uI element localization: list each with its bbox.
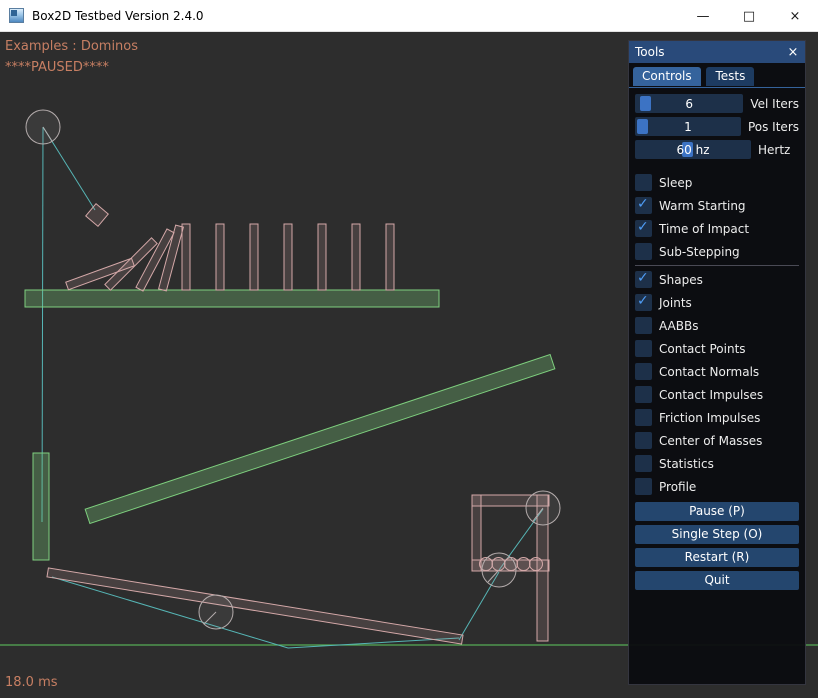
restart-button[interactable]: Restart (R) xyxy=(635,548,799,567)
app-icon xyxy=(9,8,24,23)
pause-button[interactable]: Pause (P) xyxy=(635,502,799,521)
separator xyxy=(635,265,799,266)
domino xyxy=(250,224,258,290)
minimize-button[interactable]: — xyxy=(680,0,726,32)
hertz-label: Hertz xyxy=(758,143,790,157)
tab-tests[interactable]: Tests xyxy=(706,67,754,86)
checkbox-aabbs[interactable] xyxy=(635,317,652,334)
checkbox-contact-normals[interactable] xyxy=(635,363,652,380)
vertical-post xyxy=(33,453,49,560)
tab-controls[interactable]: Controls xyxy=(633,67,701,86)
app-window: Box2D Testbed Version 2.4.0 — □ × xyxy=(0,0,818,698)
domino-platform xyxy=(25,290,439,307)
titlebar: Box2D Testbed Version 2.4.0 — □ × xyxy=(0,0,818,32)
frame-time-label: 18.0 ms xyxy=(5,675,58,690)
domino xyxy=(318,224,326,290)
hertz-slider[interactable]: 60 hz xyxy=(635,140,751,159)
checkbox-contact-impulses[interactable] xyxy=(635,386,652,403)
checkbox-friction-impulses[interactable] xyxy=(635,409,652,426)
single-step-button[interactable]: Single Step (O) xyxy=(635,525,799,544)
checkbox-shapes[interactable] xyxy=(635,271,652,288)
dynamic-bodies xyxy=(47,204,549,644)
tools-close-icon[interactable]: × xyxy=(784,43,802,61)
checkbox-contact-points[interactable] xyxy=(635,340,652,357)
checkbox-warm-starting[interactable] xyxy=(635,197,652,214)
tools-window: Tools × Controls Tests 6 Vel Iters xyxy=(628,40,806,685)
maximize-button[interactable]: □ xyxy=(726,0,772,32)
vel-iters-label: Vel Iters xyxy=(750,97,799,111)
tools-title: Tools xyxy=(635,45,665,59)
domino xyxy=(216,224,224,290)
checkbox-sleep[interactable] xyxy=(635,174,652,191)
pendulum-box xyxy=(86,204,109,227)
tools-tabbar: Controls Tests xyxy=(629,63,805,88)
paused-label: ****PAUSED**** xyxy=(5,60,109,75)
domino xyxy=(182,224,190,290)
domino xyxy=(352,224,360,290)
checkbox-joints[interactable] xyxy=(635,294,652,311)
domino xyxy=(284,224,292,290)
pos-iters-label: Pos Iters xyxy=(748,120,799,134)
quit-button[interactable]: Quit xyxy=(635,571,799,590)
checkbox-profile[interactable] xyxy=(635,478,652,495)
close-button[interactable]: × xyxy=(772,0,818,32)
pos-iters-slider[interactable]: 1 xyxy=(635,117,741,136)
example-label: Examples : Dominos xyxy=(5,39,138,54)
checkbox-center-of-masses[interactable] xyxy=(635,432,652,449)
vel-iters-slider[interactable]: 6 xyxy=(635,94,743,113)
checkbox-statistics[interactable] xyxy=(635,455,652,472)
bottom-plank xyxy=(47,568,463,644)
window-title: Box2D Testbed Version 2.4.0 xyxy=(32,9,204,23)
simulation-canvas[interactable]: Examples : Dominos ****PAUSED**** 18.0 m… xyxy=(0,32,818,698)
checkbox-time-of-impact[interactable] xyxy=(635,220,652,237)
domino xyxy=(386,224,394,290)
tools-titlebar[interactable]: Tools × xyxy=(629,41,805,63)
checkbox-sub-stepping[interactable] xyxy=(635,243,652,260)
